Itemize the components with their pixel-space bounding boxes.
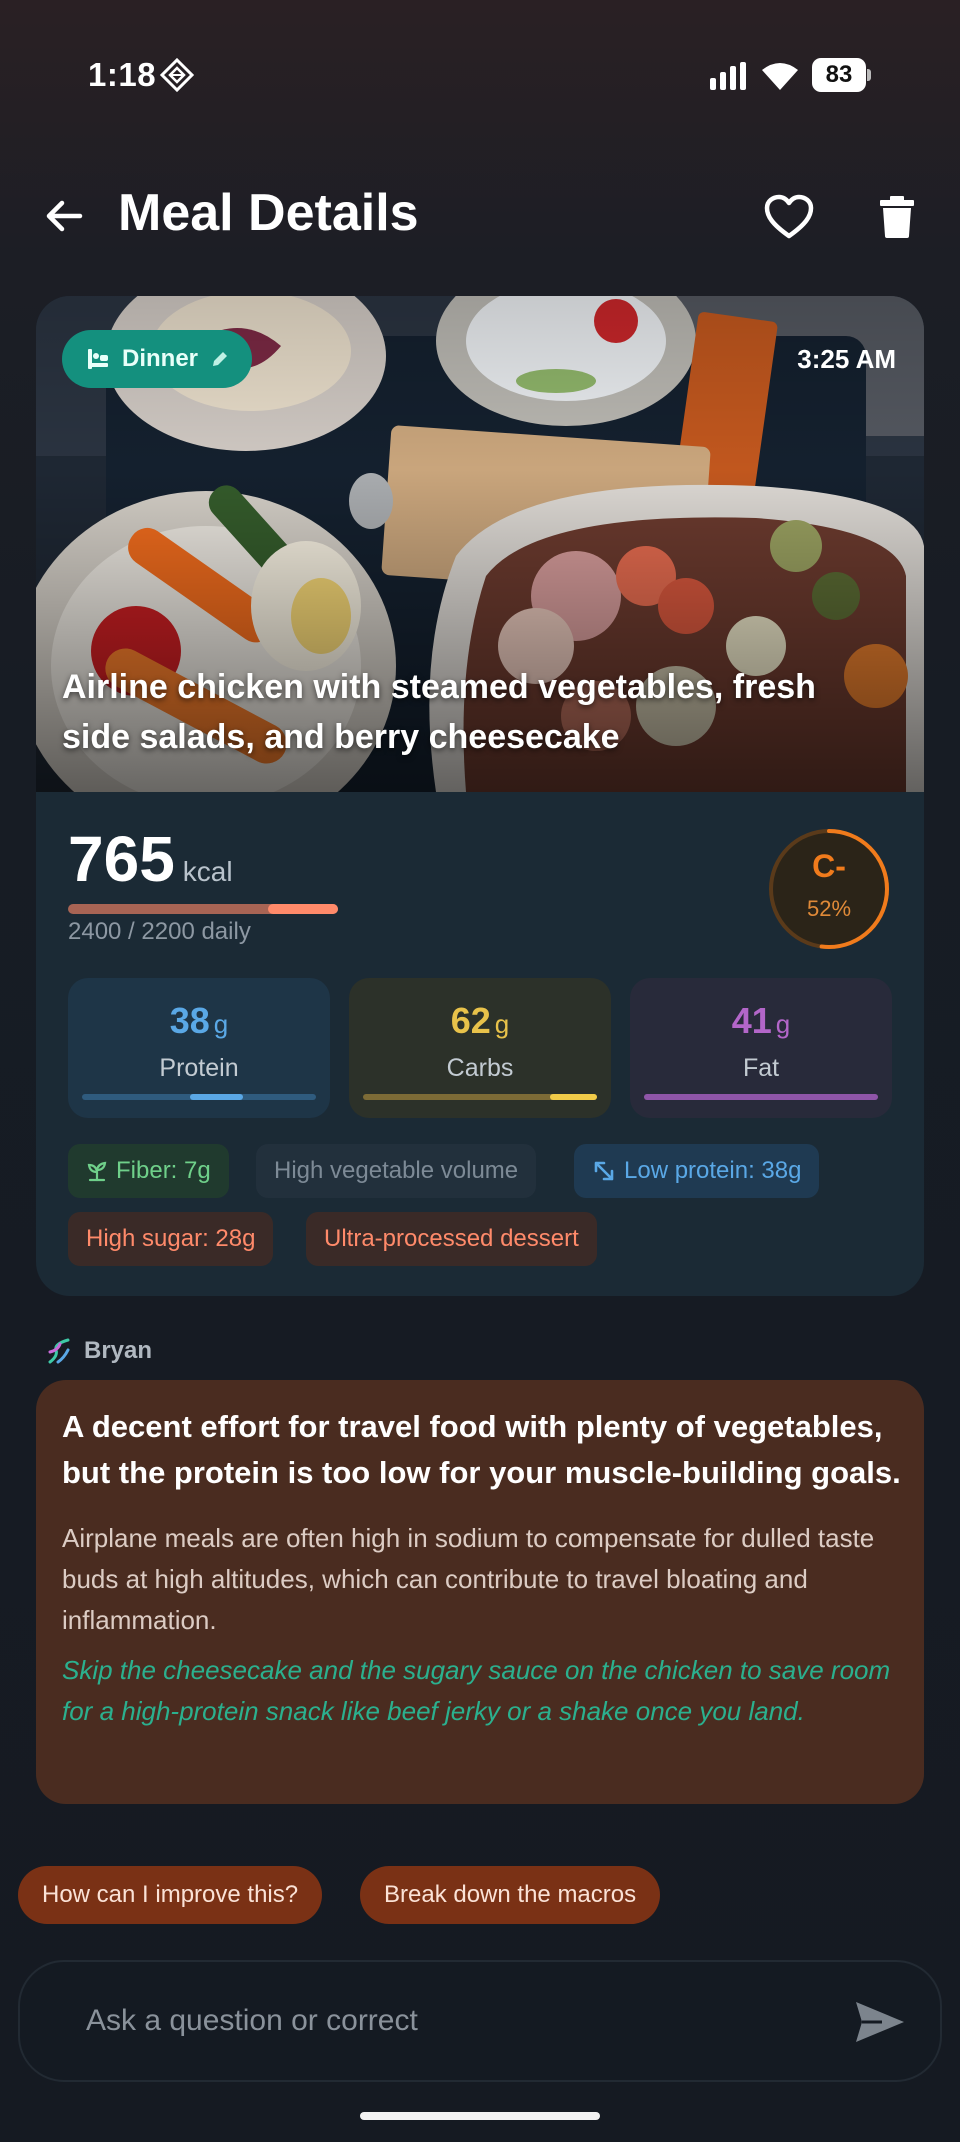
suggestion-improve[interactable]: How can I improve this?: [18, 1866, 323, 1924]
dinner-icon: [88, 349, 108, 369]
macro-card-fat[interactable]: 41 g Fat: [630, 978, 892, 1118]
macro-card-protein[interactable]: 38 g Protein: [68, 978, 330, 1118]
fat-unit: g: [775, 1009, 791, 1039]
coach-card: A decent effort for travel food with ple…: [36, 1380, 924, 1804]
heart-icon: [764, 194, 814, 239]
protein-unit: g: [213, 1009, 229, 1039]
meal-card: Dinner 3:25 AM Airline chicken with stea…: [36, 296, 924, 1296]
send-button[interactable]: [850, 1992, 910, 2052]
carbs-unit: g: [494, 1009, 510, 1039]
page-title: Meal Details: [118, 184, 419, 242]
fat-fill: [644, 1094, 878, 1100]
battery-level: 83: [812, 58, 866, 92]
wifi-icon: [762, 63, 798, 90]
dna-icon: [48, 1338, 70, 1364]
home-indicator: [360, 2112, 600, 2120]
tag-vegetable-volume: High vegetable volume: [256, 1144, 537, 1198]
arrow-down-left-icon: [594, 1161, 614, 1181]
tag-ultra-processed-label: Ultra-processed dessert: [324, 1225, 579, 1252]
meal-type-chip[interactable]: Dinner: [62, 330, 253, 388]
meal-name: Airline chicken with steamed vegetables,…: [62, 668, 816, 756]
coach-header: Bryan: [44, 1336, 152, 1366]
carbs-fill: [550, 1094, 597, 1100]
tag-fiber: Fiber: 7g: [68, 1144, 229, 1198]
ask-input[interactable]: [86, 1962, 826, 2080]
signal-icon: [710, 62, 746, 90]
send-icon: [856, 2002, 904, 2042]
grade-ring: [769, 829, 889, 949]
fat-label: Fat: [742, 1054, 780, 1082]
grade-letter: C-: [812, 848, 846, 884]
tag-high-sugar: High sugar: 28g: [68, 1212, 274, 1266]
delete-button[interactable]: [872, 190, 922, 244]
coach-name: Bryan: [84, 1337, 153, 1364]
coach-headline: A decent effort for travel food with ple…: [62, 1409, 901, 1490]
battery-icon: 83: [812, 58, 872, 92]
back-arrow-icon: [46, 200, 83, 232]
status-time: 1:18: [88, 56, 157, 93]
ask-input-container: [18, 1960, 942, 2082]
protein-label: Protein: [159, 1054, 239, 1082]
tag-low-protein: Low protein: 38g: [574, 1144, 820, 1198]
macro-card-carbs[interactable]: 62 g Carbs: [349, 978, 611, 1118]
tag-high-sugar-label: High sugar: 28g: [86, 1225, 256, 1252]
tag-fiber-label: Fiber: 7g: [116, 1157, 211, 1184]
protein-value: 38: [169, 1000, 210, 1041]
meal-time: 3:25 AM: [797, 344, 896, 374]
calorie-summary: 765 kcal: [68, 822, 233, 896]
app-diamond-icon: [160, 58, 194, 92]
tag-low-protein-label: Low protein: 38g: [624, 1157, 802, 1184]
coach-body: Airplane meals are often high in sodium …: [62, 1523, 875, 1635]
trash-icon: [880, 196, 914, 238]
status-bar: 1:18 83: [0, 0, 960, 150]
suggestion-macros[interactable]: Break down the macros: [360, 1866, 661, 1924]
fat-value: 41: [731, 1000, 772, 1041]
back-button[interactable]: [38, 190, 90, 242]
coach-tip: Skip the cheesecake and the sugary sauce…: [62, 1655, 891, 1726]
carbs-value: 62: [450, 1000, 491, 1041]
kcal-unit: kcal: [182, 856, 233, 887]
pencil-icon: [213, 352, 228, 366]
kcal-daily-total: 2400 / 2200 daily: [68, 918, 251, 945]
kcal-value: 765: [68, 823, 175, 895]
tag-ultra-processed: Ultra-processed dessert: [306, 1212, 597, 1266]
favorite-button[interactable]: [762, 190, 816, 244]
tag-vegetable-volume-label: High vegetable volume: [274, 1157, 519, 1184]
sprout-icon: [87, 1161, 107, 1182]
protein-fill: [189, 1094, 244, 1100]
kcal-progress-overflow: [268, 904, 338, 914]
grade-percent: 52%: [806, 896, 852, 921]
meal-type-label: Dinner: [122, 345, 199, 372]
carbs-label: Carbs: [446, 1054, 514, 1082]
